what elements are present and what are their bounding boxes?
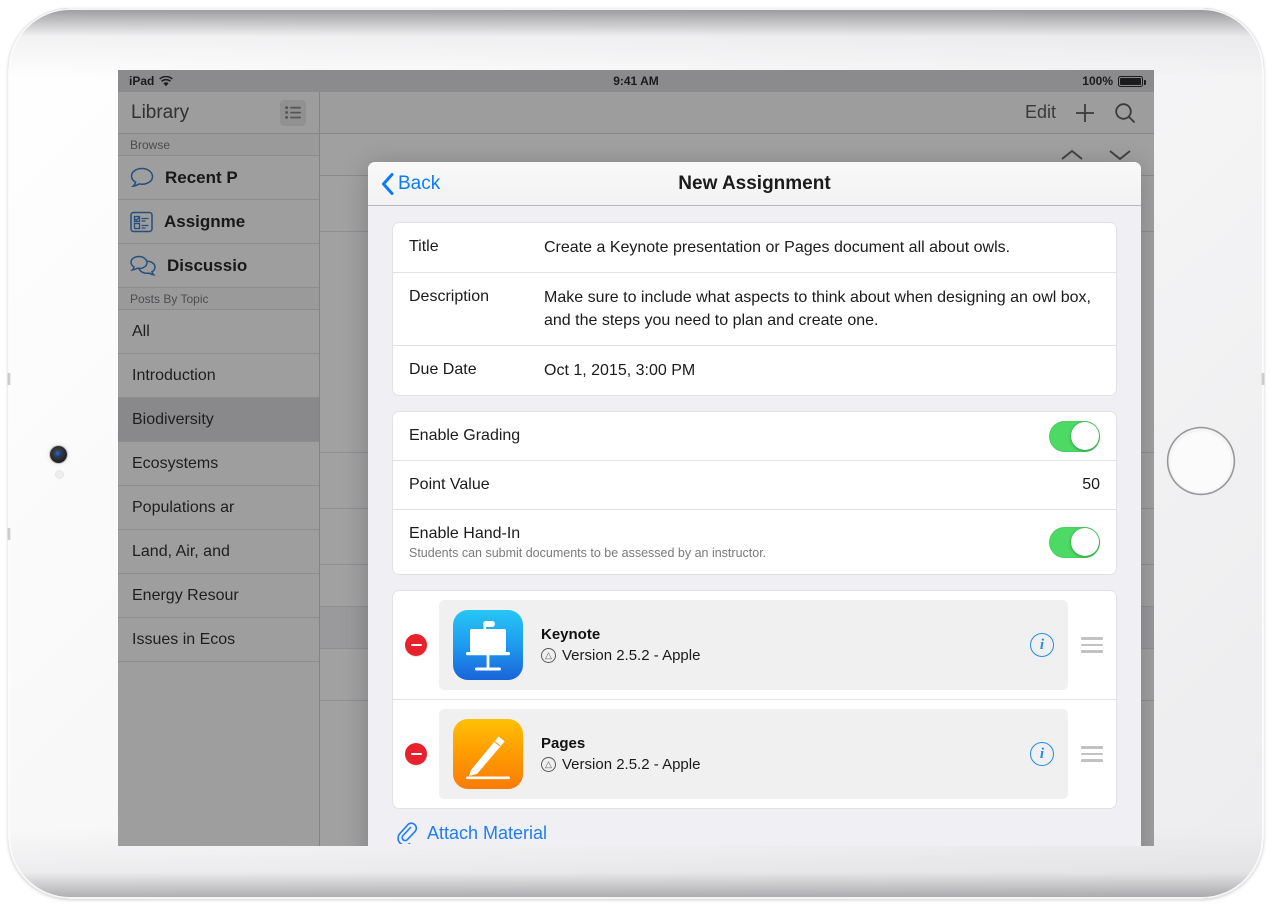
attachment-inner: Keynote △ Version 2.5.2 - Apple i xyxy=(439,600,1068,690)
search-icon[interactable] xyxy=(1114,102,1136,124)
info-icon[interactable]: i xyxy=(1030,742,1054,766)
paperclip-icon xyxy=(397,822,417,844)
field-label: Description xyxy=(409,288,490,305)
field-label: Due Date xyxy=(409,361,477,378)
device-antenna-line xyxy=(7,528,11,540)
sidebar-item-label: Recent P xyxy=(165,167,238,187)
ipad-screen: iPad 9:41 AM 100% Library Browse Recent … xyxy=(118,70,1154,846)
speech-bubble-icon xyxy=(130,167,154,188)
new-assignment-modal: Back New Assignment Title Create a Keyno… xyxy=(368,162,1141,846)
assignment-details-card: Title Create a Keynote presentation or P… xyxy=(393,223,1116,395)
sidebar-item-recent-posts[interactable]: Recent P xyxy=(118,156,319,200)
checklist-icon xyxy=(130,211,153,232)
device-antenna-line xyxy=(7,373,11,385)
sidebar-item-assignments[interactable]: Assignme xyxy=(118,200,319,244)
sidebar-topic-populations[interactable]: Populations ar xyxy=(118,486,319,530)
assignment-settings-card: Enable Grading Point Value 50 Enable Han… xyxy=(393,412,1116,574)
back-button[interactable]: Back xyxy=(368,172,441,195)
sidebar-title: Library xyxy=(131,101,190,123)
remove-minus-icon[interactable] xyxy=(405,634,427,656)
attachment-meta: Pages △ Version 2.5.2 - Apple xyxy=(541,735,700,773)
field-row-title[interactable]: Title Create a Keynote presentation or P… xyxy=(393,223,1116,273)
sidebar-section-posts-by-topic: Posts By Topic xyxy=(118,288,319,310)
sidebar-topic-all[interactable]: All xyxy=(118,310,319,354)
chevron-down-icon[interactable] xyxy=(1108,148,1132,162)
sidebar-section-browse: Browse xyxy=(118,134,319,156)
two-bubbles-icon xyxy=(130,255,156,276)
app-store-icon: △ xyxy=(541,757,556,772)
setting-row-enable-hand-in[interactable]: Enable Hand-In Students can submit docum… xyxy=(393,510,1116,574)
info-icon[interactable]: i xyxy=(1030,633,1054,657)
battery-percent-label: 100% xyxy=(1082,74,1113,88)
plus-icon[interactable] xyxy=(1074,102,1096,124)
field-value-description: Make sure to include what aspects to thi… xyxy=(544,289,1091,329)
status-bar-time: 9:41 AM xyxy=(613,74,659,88)
attachment-row-keynote[interactable]: Keynote △ Version 2.5.2 - Apple i xyxy=(393,591,1116,700)
field-value-title: Create a Keynote presentation or Pages d… xyxy=(544,239,1011,256)
setting-title: Enable Grading xyxy=(409,427,521,444)
field-value-due-date: Oct 1, 2015, 3:00 PM xyxy=(544,362,696,379)
back-button-label: Back xyxy=(398,172,441,194)
sidebar-item-label: Discussio xyxy=(167,255,248,275)
point-value-field[interactable]: 50 xyxy=(1082,476,1100,494)
sidebar-toolbar: Library xyxy=(118,92,319,134)
drag-handle-icon[interactable] xyxy=(1068,637,1116,653)
keynote-app-icon xyxy=(453,610,523,680)
attach-material-button[interactable]: Attach Material xyxy=(393,808,1116,844)
setting-title: Enable Hand-In xyxy=(409,524,521,542)
attachment-name: Pages xyxy=(541,735,586,752)
attachments-card: Keynote △ Version 2.5.2 - Apple i Pages … xyxy=(393,591,1116,808)
pages-app-icon xyxy=(453,719,523,789)
device-antenna-line xyxy=(1261,373,1265,385)
chevron-up-icon[interactable] xyxy=(1060,148,1084,162)
sidebar: Library Browse Recent P Assignme Discuss… xyxy=(118,92,320,846)
sidebar-topic-ecosystems[interactable]: Ecosystems xyxy=(118,442,319,486)
sidebar-topic-introduction[interactable]: Introduction xyxy=(118,354,319,398)
field-label: Title xyxy=(409,238,439,255)
main-toolbar: Edit xyxy=(320,92,1154,134)
attachment-version-row: △ Version 2.5.2 - Apple xyxy=(541,647,700,664)
sidebar-item-discussions[interactable]: Discussio xyxy=(118,244,319,288)
setting-title: Point Value xyxy=(409,476,490,493)
modal-navigation-bar: Back New Assignment xyxy=(368,162,1141,206)
setting-row-enable-grading[interactable]: Enable Grading xyxy=(393,412,1116,461)
attachment-version: Version 2.5.2 - Apple xyxy=(562,647,701,664)
list-view-icon[interactable] xyxy=(280,99,306,126)
enable-hand-in-toggle[interactable] xyxy=(1049,526,1100,558)
attachment-name: Keynote xyxy=(541,626,601,643)
enable-grading-toggle[interactable] xyxy=(1049,420,1100,452)
modal-body: Title Create a Keynote presentation or P… xyxy=(368,206,1141,846)
status-bar-right: 100% xyxy=(1082,74,1146,88)
attachment-version: Version 2.5.2 - Apple xyxy=(562,756,701,773)
sidebar-topic-issues-in-ecosystems[interactable]: Issues in Ecos xyxy=(118,618,319,662)
edit-button[interactable]: Edit xyxy=(1025,102,1056,123)
app-store-icon: △ xyxy=(541,648,556,663)
battery-full-icon xyxy=(1118,75,1146,87)
attach-material-label: Attach Material xyxy=(427,822,548,843)
drag-handle-icon[interactable] xyxy=(1068,746,1116,762)
sidebar-item-label: Assignme xyxy=(164,211,246,231)
status-bar: iPad 9:41 AM 100% xyxy=(118,70,1154,92)
field-row-due-date[interactable]: Due Date Oct 1, 2015, 3:00 PM xyxy=(393,346,1116,395)
field-row-description[interactable]: Description Make sure to include what as… xyxy=(393,273,1116,346)
sidebar-topic-land-air[interactable]: Land, Air, and xyxy=(118,530,319,574)
ambient-light-sensor xyxy=(55,470,64,479)
attachment-inner: Pages △ Version 2.5.2 - Apple i xyxy=(439,709,1068,799)
setting-subtitle: Students can submit documents to be asse… xyxy=(409,545,767,560)
sidebar-topic-energy-resources[interactable]: Energy Resour xyxy=(118,574,319,618)
setting-row-point-value[interactable]: Point Value 50 xyxy=(393,461,1116,510)
setting-text: Enable Grading xyxy=(409,427,1049,445)
modal-title: New Assignment xyxy=(678,172,831,194)
attachment-meta: Keynote △ Version 2.5.2 - Apple xyxy=(541,626,700,664)
setting-text: Enable Hand-In Students can submit docum… xyxy=(409,525,1049,560)
sidebar-topic-biodiversity[interactable]: Biodiversity xyxy=(118,398,319,442)
front-camera xyxy=(50,446,67,463)
attachment-row-pages[interactable]: Pages △ Version 2.5.2 - Apple i xyxy=(393,700,1116,808)
attachment-version-row: △ Version 2.5.2 - Apple xyxy=(541,756,700,773)
chevron-left-icon xyxy=(382,172,394,195)
remove-minus-icon[interactable] xyxy=(405,743,427,765)
setting-text: Point Value xyxy=(409,476,1082,494)
home-button[interactable] xyxy=(1170,430,1232,492)
